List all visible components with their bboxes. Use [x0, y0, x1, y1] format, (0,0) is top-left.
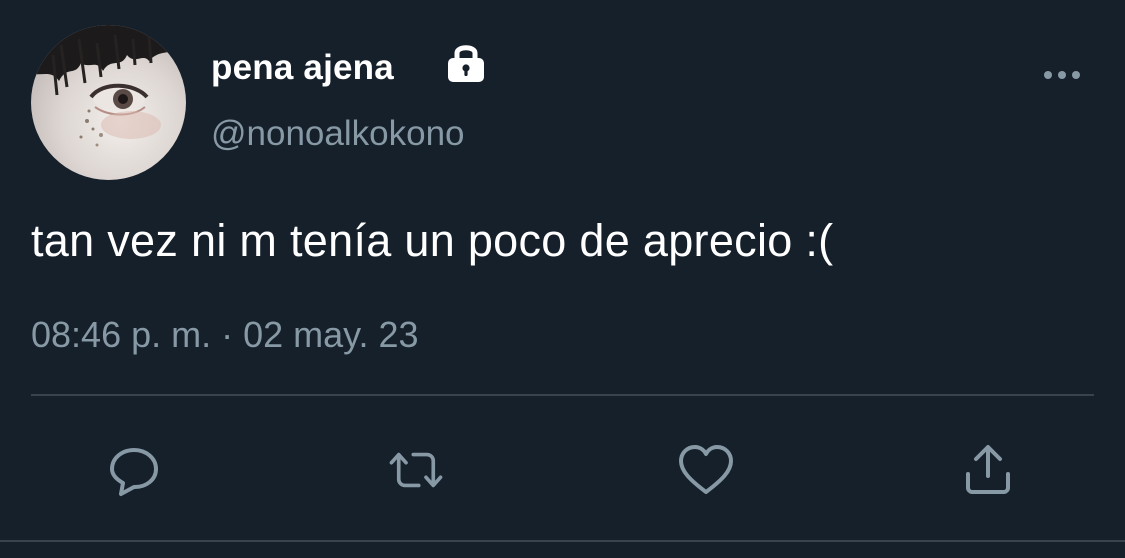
tweet-text: tan vez ni m tenía un poco de aprecio :(	[31, 215, 834, 266]
like-button[interactable]	[676, 440, 736, 500]
tweet-card: pena ajena @nonoalkokono tan vez ni m te…	[0, 0, 1125, 558]
bottom-divider	[0, 540, 1125, 542]
reply-button[interactable]	[104, 440, 164, 500]
retweet-icon	[389, 452, 443, 488]
retweet-button[interactable]	[386, 440, 446, 500]
avatar[interactable]	[31, 25, 186, 180]
display-name[interactable]: pena ajena	[211, 48, 394, 88]
author-handle[interactable]: @nonoalkokono	[211, 114, 465, 154]
tweet-timestamp[interactable]: 08:46 p. m. · 02 may. 23	[31, 314, 419, 356]
avatar-photo	[31, 25, 186, 147]
lock-icon	[448, 45, 484, 82]
speech-bubble-icon	[110, 448, 158, 496]
share-icon	[966, 445, 1010, 494]
divider	[31, 394, 1094, 396]
share-button[interactable]	[958, 440, 1018, 500]
more-horizontal-icon[interactable]	[1041, 66, 1083, 84]
heart-icon	[679, 445, 733, 494]
